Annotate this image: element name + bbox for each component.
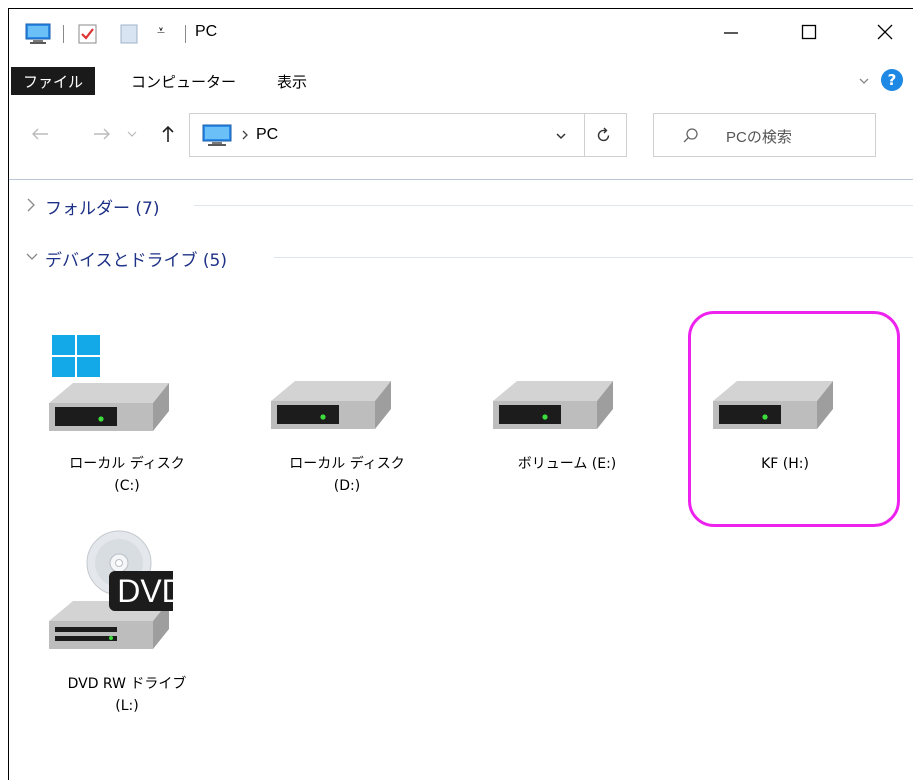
- help-label: ?: [887, 71, 897, 89]
- computer-icon: [202, 124, 232, 152]
- group-devices-and-drives[interactable]: デバイスとドライブ (5): [19, 241, 913, 273]
- back-button[interactable]: [29, 121, 51, 147]
- dvd-drive-icon: DVD: [49, 530, 173, 649]
- address-history-dropdown[interactable]: [554, 128, 568, 147]
- chevron-down-icon: [26, 253, 38, 260]
- highlight-marker: [688, 311, 900, 527]
- divider: [9, 179, 913, 180]
- address-bar[interactable]: PC: [189, 113, 627, 157]
- chevron-right-icon: [27, 198, 35, 212]
- search-box[interactable]: PCの検索: [653, 113, 876, 157]
- drive-item-d[interactable]: ローカル ディスク (D:): [247, 329, 447, 509]
- hard-drive-icon: [271, 381, 391, 429]
- breadcrumb-location[interactable]: PC: [256, 126, 278, 144]
- dvd-badge: DVD: [117, 573, 173, 609]
- drive-label: ローカル ディスク: [69, 456, 185, 472]
- ribbon-tabs: ファイル コンピューター 表示 ?: [9, 61, 913, 101]
- search-icon: [682, 127, 700, 149]
- drive-item-c[interactable]: ローカル ディスク (C:): [27, 329, 227, 509]
- computer-icon: [25, 23, 51, 45]
- drive-label: ボリューム (E:): [517, 456, 617, 472]
- up-button[interactable]: [157, 121, 179, 147]
- close-icon: [877, 24, 893, 40]
- chevron-down-icon: [556, 133, 566, 140]
- window-title: PC: [195, 23, 218, 40]
- up-arrow-icon: [162, 125, 174, 142]
- forward-button[interactable]: [91, 121, 113, 147]
- properties-icon[interactable]: [77, 23, 99, 45]
- tab-view[interactable]: 表示: [265, 67, 319, 95]
- close-button[interactable]: [857, 9, 913, 55]
- drive-label: ローカル ディスク: [289, 456, 405, 472]
- breadcrumb-chevron-icon[interactable]: [240, 127, 250, 146]
- group-label: フォルダー (7): [45, 194, 168, 219]
- maximize-button[interactable]: [781, 9, 837, 55]
- minimize-button[interactable]: [703, 9, 759, 55]
- refresh-icon: [597, 127, 610, 142]
- group-label: デバイスとドライブ (5): [45, 246, 235, 271]
- recent-locations-button[interactable]: [121, 121, 143, 147]
- expand-ribbon-icon[interactable]: [857, 73, 871, 92]
- minimize-icon: [724, 32, 738, 34]
- drive-label: DVD RW ドライブ: [67, 676, 187, 692]
- new-folder-icon[interactable]: [119, 23, 139, 45]
- drive-letter: (C:): [114, 478, 140, 494]
- hard-drive-icon: [493, 381, 613, 429]
- title-bar: ⩡ PC: [9, 9, 913, 59]
- navigation-bar: PC PCの検索: [9, 109, 913, 159]
- search-input[interactable]: PCの検索: [726, 126, 792, 147]
- tab-computer[interactable]: コンピューター: [119, 67, 248, 95]
- drive-item-e[interactable]: ボリューム (E:): [467, 329, 667, 509]
- maximize-icon: [801, 24, 817, 40]
- drive-letter: (D:): [333, 478, 361, 494]
- help-button[interactable]: ?: [881, 69, 903, 91]
- customize-toolbar-dropdown[interactable]: ⩡: [157, 23, 165, 39]
- refresh-button[interactable]: [596, 126, 612, 148]
- dropdown-glyph: ⩡: [157, 23, 165, 39]
- file-explorer-window: ⩡ PC ファイル コンピューター 表示 ? PC PCの検索 フォルダー (7…: [8, 8, 913, 780]
- drive-letter: (L:): [115, 698, 139, 714]
- back-arrow-icon: [32, 128, 48, 140]
- forward-arrow-icon: [94, 128, 110, 140]
- system-drive-icon: [49, 335, 169, 431]
- tab-file[interactable]: ファイル: [11, 67, 96, 95]
- group-folders[interactable]: フォルダー (7): [19, 189, 913, 221]
- drive-item-l[interactable]: DVD DVD RW ドライブ (L:): [27, 529, 227, 729]
- chevron-down-icon: [127, 131, 137, 137]
